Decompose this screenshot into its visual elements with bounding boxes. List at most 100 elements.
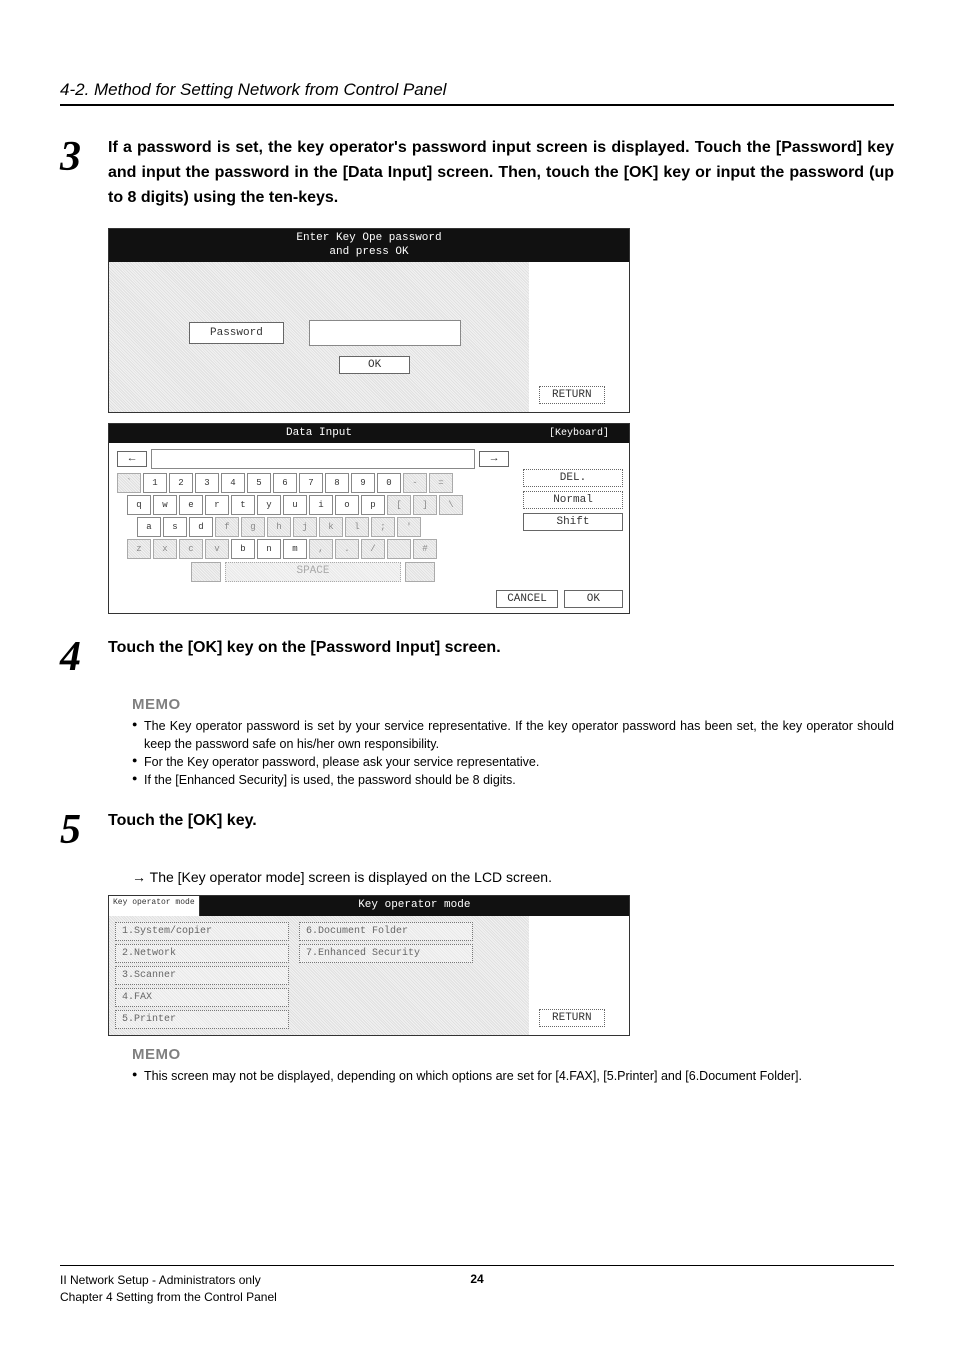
kbd-corner: [Keyboard] [529, 424, 629, 443]
kbd-key[interactable]: [ [387, 495, 411, 515]
kbd-key[interactable]: a [137, 517, 161, 537]
kbd-key[interactable]: y [257, 495, 281, 515]
kbd-key[interactable]: s [163, 517, 187, 537]
step-5-text: Touch the [OK] key. [108, 809, 894, 834]
memo-item: The Key operator password is set by your… [132, 717, 894, 753]
kbd-key[interactable]: x [153, 539, 177, 559]
kbd-key[interactable]: d [189, 517, 213, 537]
kop-item[interactable]: 3.Scanner [115, 966, 289, 985]
kbd-key[interactable]: c [179, 539, 203, 559]
kbd-key[interactable]: r [205, 495, 229, 515]
memo-5-list: This screen may not be displayed, depend… [132, 1067, 894, 1085]
kbd-key[interactable]: f [215, 517, 239, 537]
kop-left-col: 1.System/copier 2.Network 3.Scanner 4.FAX 5.… [115, 922, 289, 1029]
kbd-shift[interactable]: Shift [523, 513, 623, 531]
kbd-key[interactable]: 7 [299, 473, 323, 493]
kbd-right-arrow[interactable]: → [479, 451, 509, 467]
kbd-key[interactable]: p [361, 495, 385, 515]
kbd-key[interactable]: 0 [377, 473, 401, 493]
page-footer: 24 II Network Setup - Administrators onl… [60, 1265, 894, 1306]
kbd-key[interactable]: ` [117, 473, 141, 493]
kbd-del[interactable]: DEL. [523, 469, 623, 487]
memo-item: For the Key operator password, please as… [132, 753, 894, 771]
kbd-key[interactable] [387, 539, 411, 559]
pwd-return-button[interactable]: RETURN [539, 386, 605, 404]
memo-4-head: MEMO [132, 696, 894, 713]
kbd-input-field[interactable] [151, 449, 475, 469]
keyboard-panel: Data Input [Keyboard] ← → `1234567890-= … [108, 423, 630, 614]
step-4-number: 4 [60, 636, 108, 678]
kbd-key[interactable]: 9 [351, 473, 375, 493]
pwd-ok-button[interactable]: OK [339, 356, 410, 374]
kbd-key[interactable]: l [345, 517, 369, 537]
password-panel: Enter Key Ope password and press OK Pass… [108, 228, 630, 412]
kbd-left-arrow[interactable]: ← [117, 451, 147, 467]
kbd-key[interactable]: e [179, 495, 203, 515]
kbd-key[interactable]: t [231, 495, 255, 515]
memo-item: If the [Enhanced Security] is used, the … [132, 771, 894, 789]
kop-return-button[interactable]: RETURN [539, 1009, 605, 1027]
key-operator-panel: Key operator mode Key operator mode 1.Sy… [108, 895, 630, 1035]
kbd-key[interactable]: w [153, 495, 177, 515]
kbd-key[interactable]: 4 [221, 473, 245, 493]
kbd-cancel[interactable]: CANCEL [496, 590, 558, 608]
step-4-text: Touch the [OK] key on the [Password Inpu… [108, 636, 894, 661]
pwd-title-line1: Enter Key Ope password [296, 232, 441, 244]
kbd-key[interactable]: 8 [325, 473, 349, 493]
kbd-key[interactable]: ] [413, 495, 437, 515]
kbd-key[interactable]: i [309, 495, 333, 515]
kop-item[interactable]: 1.System/copier [115, 922, 289, 941]
kbd-row-3: asdfghjkl;' [137, 517, 509, 537]
kbd-key[interactable]: - [403, 473, 427, 493]
kbd-normal[interactable]: Normal [523, 491, 623, 509]
kbd-key[interactable]: . [335, 539, 359, 559]
pwd-title-line2: and press OK [329, 246, 408, 258]
kbd-title: Data Input [109, 424, 529, 443]
kbd-key[interactable]: ; [371, 517, 395, 537]
kbd-ok[interactable]: OK [564, 590, 623, 608]
kbd-key[interactable]: \ [439, 495, 463, 515]
kbd-key[interactable]: j [293, 517, 317, 537]
step-5-number: 5 [60, 809, 108, 851]
kop-title: Key operator mode [200, 896, 629, 915]
kbd-key[interactable]: , [309, 539, 333, 559]
kop-corner: Key operator mode [109, 896, 200, 915]
kbd-key[interactable]: # [413, 539, 437, 559]
kbd-blank-left [191, 562, 221, 582]
kbd-key[interactable]: k [319, 517, 343, 537]
kop-item[interactable]: 6.Document Folder [299, 922, 473, 941]
kbd-key[interactable]: ' [397, 517, 421, 537]
step-4: 4 Touch the [OK] key on the [Password In… [60, 636, 894, 678]
kbd-key[interactable]: m [283, 539, 307, 559]
password-button[interactable]: Password [189, 322, 284, 344]
memo-item: This screen may not be displayed, depend… [132, 1067, 894, 1085]
kbd-key[interactable]: / [361, 539, 385, 559]
kbd-key[interactable]: 1 [143, 473, 167, 493]
kbd-key[interactable]: 5 [247, 473, 271, 493]
kbd-key[interactable]: h [267, 517, 291, 537]
kbd-key[interactable]: z [127, 539, 151, 559]
password-field[interactable] [309, 320, 461, 346]
kbd-key[interactable]: v [205, 539, 229, 559]
kbd-key[interactable]: 6 [273, 473, 297, 493]
kbd-key[interactable]: 2 [169, 473, 193, 493]
password-panel-title: Enter Key Ope password and press OK [109, 229, 629, 261]
kbd-key[interactable]: u [283, 495, 307, 515]
kbd-space[interactable]: SPACE [225, 562, 401, 582]
kop-item[interactable]: 5.Printer [115, 1010, 289, 1029]
kop-right-col: 6.Document Folder 7.Enhanced Security [299, 922, 473, 1029]
step-3-number: 3 [60, 136, 108, 178]
kbd-key[interactable]: 3 [195, 473, 219, 493]
kbd-key[interactable]: g [241, 517, 265, 537]
kbd-key[interactable]: q [127, 495, 151, 515]
kop-item[interactable]: 4.FAX [115, 988, 289, 1007]
step-3: 3 If a password is set, the key operator… [60, 136, 894, 210]
kbd-key[interactable]: = [429, 473, 453, 493]
kop-item[interactable]: 2.Network [115, 944, 289, 963]
kbd-key[interactable]: n [257, 539, 281, 559]
kbd-key[interactable]: o [335, 495, 359, 515]
kbd-key[interactable]: b [231, 539, 255, 559]
step-3-text: If a password is set, the key operator's… [108, 136, 894, 210]
step-5: 5 Touch the [OK] key. [60, 809, 894, 851]
kop-item[interactable]: 7.Enhanced Security [299, 944, 473, 963]
